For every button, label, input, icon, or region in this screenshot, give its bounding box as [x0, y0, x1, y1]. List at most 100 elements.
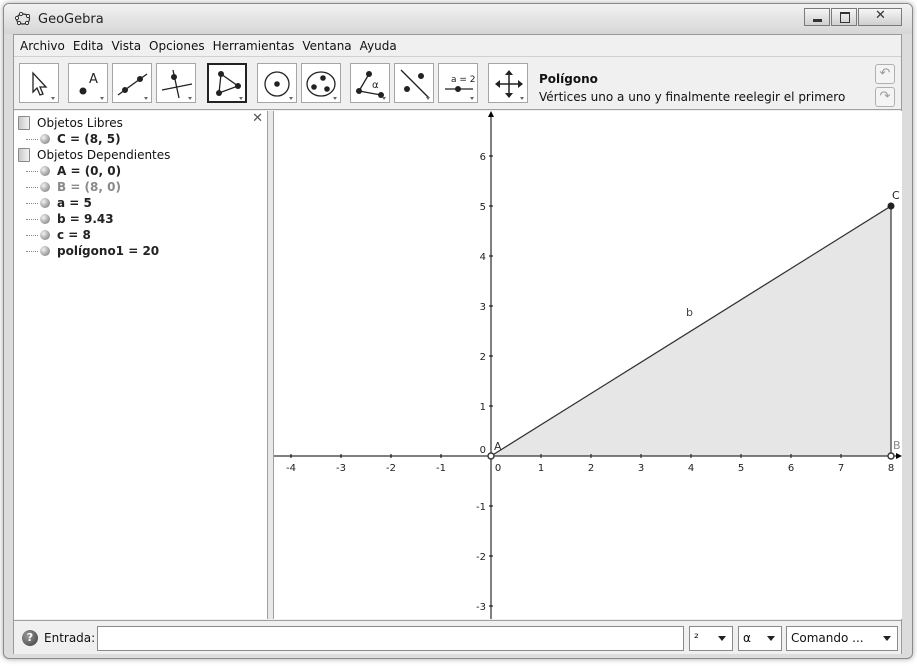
line-tool[interactable]: [112, 63, 152, 103]
point-b[interactable]: [887, 452, 895, 460]
visibility-dot-icon[interactable]: [40, 198, 50, 208]
algebra-item-text: B = (8, 0): [57, 180, 121, 194]
tool-title: Polígono: [539, 72, 598, 86]
window-title: GeoGebra: [38, 12, 104, 27]
algebra-item[interactable]: B = (8, 0): [18, 179, 170, 195]
point-icon: A: [79, 72, 104, 100]
window-controls: [803, 8, 902, 26]
close-button[interactable]: [858, 8, 902, 26]
x-tick-label: 7: [838, 463, 844, 474]
input-field[interactable]: [97, 626, 684, 651]
tree-branch: [26, 138, 38, 140]
title-bar: GeoGebra: [4, 4, 912, 34]
menu-ventana[interactable]: Ventana: [302, 39, 351, 53]
new-point-tool[interactable]: A: [68, 63, 108, 103]
slider-tool[interactable]: a = 2: [438, 63, 478, 103]
point-c[interactable]: [887, 202, 895, 210]
y-axis-arrow: [488, 111, 494, 117]
undo-button[interactable]: ↶: [875, 64, 895, 84]
visibility-dot-icon[interactable]: [40, 166, 50, 176]
angle-tool[interactable]: α: [350, 63, 390, 103]
y-tick-label: -3: [476, 602, 486, 613]
algebra-item[interactable]: A = (0, 0): [18, 163, 170, 179]
help-icon[interactable]: ?: [22, 630, 38, 646]
menu-archivo[interactable]: Archivo: [20, 39, 65, 53]
command-combo[interactable]: Comando ...: [786, 626, 898, 651]
maximize-button[interactable]: [831, 8, 857, 26]
x-tick-label: 1: [538, 463, 544, 474]
dependent-objects-label: Objetos Dependientes: [37, 148, 171, 162]
x-tick-label: 4: [688, 463, 694, 474]
move-tool[interactable]: [19, 63, 59, 103]
circle-tool[interactable]: [257, 63, 297, 103]
slider-label: a = 2: [451, 75, 476, 85]
angle-icon: α: [356, 71, 386, 100]
dependent-objects-folder[interactable]: Objetos Dependientes: [18, 147, 170, 163]
algebra-item[interactable]: b = 9.43: [18, 211, 170, 227]
menu-opciones[interactable]: Opciones: [149, 39, 205, 53]
graphics-view[interactable]: -4 -3 -2 -1 0 1 2 3 4 5 6 7 8 -3 -2 -1 1 2 3 4 5 6 0 b A B C: [274, 111, 902, 619]
visibility-dot-icon[interactable]: [40, 246, 50, 256]
input-label: Entrada:: [44, 631, 96, 645]
algebra-item-text: polígono1 = 20: [57, 244, 160, 258]
folder-icon: [18, 148, 30, 162]
visibility-dot-icon[interactable]: [40, 134, 50, 144]
move-view-icon: [495, 70, 524, 100]
algebra-item-text: C = (8, 5): [57, 132, 121, 146]
menu-vista[interactable]: Vista: [111, 39, 141, 53]
y-tick-label: -2: [476, 552, 486, 563]
algebra-view: ✕ Objetos Libres C = (8, 5) Objetos Depe…: [14, 111, 268, 619]
circle-icon: [264, 71, 293, 100]
reflect-tool[interactable]: [394, 63, 434, 103]
algebra-item[interactable]: C = (8, 5): [18, 131, 170, 147]
x-tick-label: 6: [788, 463, 794, 474]
y-tick-label: 5: [480, 202, 486, 213]
x-tick-label: 8: [888, 463, 894, 474]
reflect-icon: [400, 69, 430, 100]
conic-tool[interactable]: [301, 63, 341, 103]
power-combo[interactable]: ²: [689, 626, 733, 651]
y-tick-label: 3: [480, 302, 486, 313]
algebra-item-text: b = 9.43: [57, 212, 114, 226]
geogebra-window: GeoGebra Archivo Edita Vista Opciones He…: [3, 3, 913, 659]
chevron-down-icon: [767, 636, 775, 641]
visibility-dot-icon[interactable]: [40, 182, 50, 192]
algebra-item-text: A = (0, 0): [57, 164, 122, 178]
y-tick-label: 6: [480, 152, 486, 163]
redo-button[interactable]: ↷: [875, 87, 895, 107]
menu-bar: Archivo Edita Vista Opciones Herramienta…: [14, 35, 901, 57]
algebra-close-icon[interactable]: ✕: [252, 111, 263, 126]
algebra-item[interactable]: c = 8: [18, 227, 170, 243]
graphics-canvas[interactable]: -4 -3 -2 -1 0 1 2 3 4 5 6 7 8 -3 -2 -1 1 2 3 4 5 6 0 b A B C: [274, 111, 902, 619]
tree-branch: [26, 170, 38, 172]
free-objects-folder[interactable]: Objetos Libres: [18, 115, 170, 131]
polygon-tool[interactable]: [207, 63, 247, 103]
point-a-label: A: [494, 440, 502, 453]
visibility-dot-icon[interactable]: [40, 230, 50, 240]
greek-combo-value: α: [743, 631, 751, 645]
menu-ayuda[interactable]: Ayuda: [360, 39, 397, 53]
visibility-dot-icon[interactable]: [40, 214, 50, 224]
y-tick-label: -1: [476, 502, 486, 513]
x-tick-label: 3: [638, 463, 644, 474]
arrow-icon: [32, 71, 55, 100]
menu-herramientas[interactable]: Herramientas: [213, 39, 295, 53]
chevron-down-icon: [883, 636, 891, 641]
tree-branch: [26, 218, 38, 220]
move-graphics-view-tool[interactable]: [488, 63, 528, 103]
point-b-label: B: [893, 439, 901, 452]
chevron-down-icon: [718, 636, 726, 641]
x-tick-label: -2: [386, 463, 396, 474]
y-tick-label: 1: [480, 402, 486, 413]
tree-branch: [26, 186, 38, 188]
point-a[interactable]: [487, 452, 495, 460]
algebra-tree: Objetos Libres C = (8, 5) Objetos Depend…: [18, 115, 170, 259]
perpendicular-line-tool[interactable]: [156, 63, 196, 103]
menu-edita[interactable]: Edita: [73, 39, 104, 53]
algebra-item[interactable]: polígono1 = 20: [18, 243, 170, 259]
greek-combo[interactable]: α: [738, 626, 782, 651]
minimize-button[interactable]: [804, 8, 830, 26]
algebra-item[interactable]: a = 5: [18, 195, 170, 211]
folder-icon: [18, 116, 30, 130]
x-axis-arrow: [896, 453, 902, 459]
